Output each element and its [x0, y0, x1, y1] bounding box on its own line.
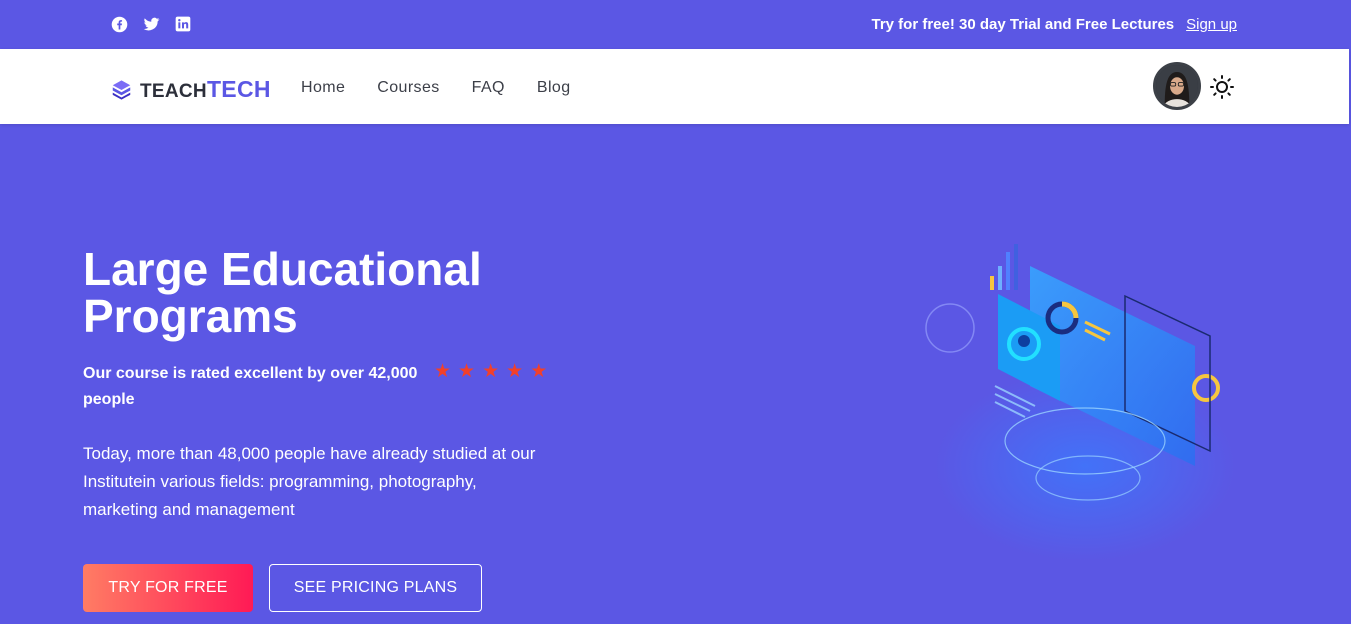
twitter-icon[interactable]: [143, 16, 160, 33]
nav-courses-link[interactable]: Courses: [377, 79, 439, 97]
user-avatar[interactable]: [1153, 62, 1201, 110]
main-navbar: TEACHTECH Home Courses FAQ Blog: [0, 49, 1349, 124]
linkedin-icon[interactable]: [175, 16, 192, 33]
star-icon: ★: [458, 361, 476, 382]
hero-illustration: [910, 236, 1240, 566]
star-icon: ★: [434, 361, 452, 382]
logo-cube-icon: [111, 79, 132, 101]
hero-title: Large Educational Programs: [83, 246, 553, 340]
rating-text: Our course is rated excellent by over 42…: [83, 365, 418, 408]
primary-nav: Home Courses FAQ Blog: [301, 79, 571, 97]
brand-logo[interactable]: TEACHTECH: [111, 76, 271, 103]
star-icon: ★: [482, 361, 500, 382]
top-bar: Try for free! 30 day Trial and Free Lect…: [0, 0, 1351, 49]
nav-faq-link[interactable]: FAQ: [472, 79, 505, 97]
signup-link[interactable]: Sign up: [1186, 16, 1237, 33]
promo-banner: Try for free! 30 day Trial and Free Lect…: [872, 16, 1238, 33]
logo-text: TEACHTECH: [140, 76, 271, 103]
star-rating: ★ ★ ★ ★ ★: [434, 362, 547, 382]
see-pricing-plans-button[interactable]: SEE PRICING PLANS: [269, 564, 482, 612]
hero-description: Today, more than 48,000 people have alre…: [83, 444, 536, 519]
try-for-free-button[interactable]: TRY FOR FREE: [83, 564, 253, 612]
logo-text-teach: TEACH: [140, 81, 207, 102]
logo-text-tech: TECH: [206, 76, 271, 102]
hero-title-line-2: Programs: [83, 290, 298, 342]
facebook-icon[interactable]: [111, 16, 128, 33]
star-icon: ★: [530, 361, 548, 382]
star-icon: ★: [506, 361, 524, 382]
promo-text: Try for free! 30 day Trial and Free Lect…: [871, 16, 1175, 33]
theme-toggle-sun-icon[interactable]: [1210, 75, 1234, 99]
nav-blog-link[interactable]: Blog: [537, 79, 571, 97]
social-links: [111, 16, 192, 33]
hero-title-line-1: Large Educational: [83, 243, 482, 295]
nav-home-link[interactable]: Home: [301, 79, 345, 97]
